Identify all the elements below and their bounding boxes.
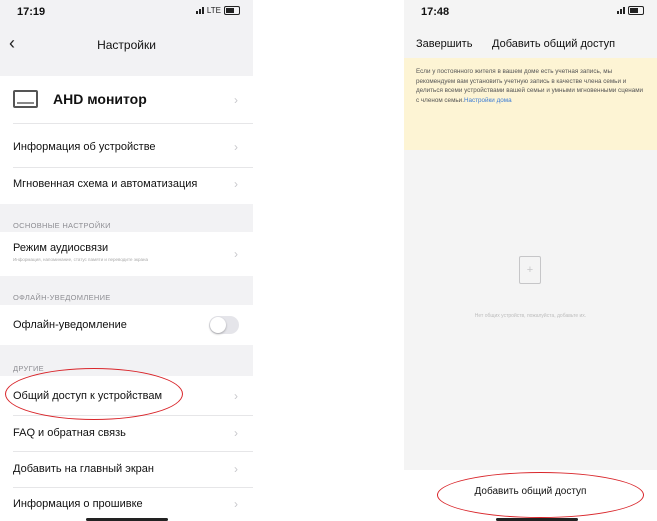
status-icons: LTE (195, 6, 240, 15)
section-header-basic: ОСНОВНЫЕ НАСТРОЙКИ (13, 221, 111, 230)
nav-bar: ‹ Настройки (0, 30, 253, 58)
row-label: Режим аудиосвязи (13, 242, 109, 254)
chevron-right-icon: › (234, 177, 238, 191)
toggle-knob (210, 317, 226, 333)
row-share-devices[interactable]: Общий доступ к устройствам › (0, 376, 253, 416)
chevron-right-icon: › (234, 389, 238, 403)
status-bar: 17:48 (404, 0, 657, 22)
battery-icon (628, 6, 644, 15)
document-add-icon (519, 256, 541, 284)
row-label: Мгновенная схема и автоматизация (13, 178, 198, 190)
bottom-bar: Добавить общий доступ (404, 470, 657, 521)
row-label: Добавить на главный экран (13, 463, 154, 475)
page-title: Добавить общий доступ (492, 38, 616, 50)
empty-state-text: Нет общих устройств, пожалуйста, добавьт… (474, 313, 587, 319)
chevron-right-icon: › (234, 462, 238, 476)
settings-screen: 17:19 LTE ‹ Настройки AHD монитор › Инфо… (0, 0, 253, 521)
row-home-screen[interactable]: Добавить на главный экран › (0, 452, 253, 488)
row-faq[interactable]: FAQ и обратная связь › (0, 416, 253, 452)
row-label: Общий доступ к устройствам (13, 390, 163, 402)
row-label: FAQ и обратная связь (13, 427, 126, 439)
row-label: Информация об устройстве (13, 141, 156, 153)
chevron-right-icon: › (234, 426, 238, 440)
nav-bar: Завершить Добавить общий доступ (404, 30, 657, 58)
chevron-right-icon: › (234, 247, 238, 261)
signal-icon (617, 7, 625, 14)
offline-notice-toggle[interactable] (209, 316, 239, 334)
row-offline-notice: Офлайн-уведомление (0, 305, 253, 345)
device-header-row[interactable]: AHD монитор › (0, 76, 253, 124)
row-audio-mode[interactable]: Режим аудиосвязи Информация, напоминание… (0, 232, 253, 276)
status-time: 17:48 (421, 6, 450, 18)
done-button[interactable]: Завершить (416, 38, 472, 50)
monitor-icon (13, 90, 38, 108)
family-notice: Если у постоянного жителя в вашем доме е… (404, 58, 657, 150)
row-label: Информация о прошивке (13, 498, 143, 510)
device-name: AHD монитор (53, 91, 147, 107)
row-device-info[interactable]: Информация об устройстве › (0, 124, 253, 168)
page-title: Настройки (97, 38, 156, 52)
add-share-button[interactable]: Добавить общий доступ (404, 486, 657, 497)
row-sublabel: Информация, напоминание, статус памяти и… (13, 257, 148, 262)
network-label: LTE (206, 6, 221, 15)
share-screen: 17:48 Завершить Добавить общий доступ Ес… (404, 0, 657, 521)
row-label: Офлайн-уведомление (13, 319, 127, 331)
status-bar: 17:19 LTE (0, 0, 253, 22)
home-settings-link[interactable]: Настройки дома (464, 97, 512, 104)
signal-icon (195, 7, 204, 14)
chevron-right-icon: › (234, 140, 238, 154)
battery-icon (224, 6, 240, 15)
chevron-right-icon: › (234, 497, 238, 511)
section-header-offline: ОФЛАЙН-УВЕДОМЛЕНИЕ (13, 293, 111, 302)
row-scenes[interactable]: Мгновенная схема и автоматизация › (0, 168, 253, 204)
section-header-other: ДРУГИЕ (13, 364, 44, 373)
status-time: 17:19 (17, 6, 46, 18)
chevron-right-icon: › (234, 93, 238, 107)
row-firmware[interactable]: Информация о прошивке › (0, 488, 253, 521)
notice-text: Если у постоянного жителя в вашем доме е… (416, 68, 644, 104)
status-icons (617, 6, 644, 15)
